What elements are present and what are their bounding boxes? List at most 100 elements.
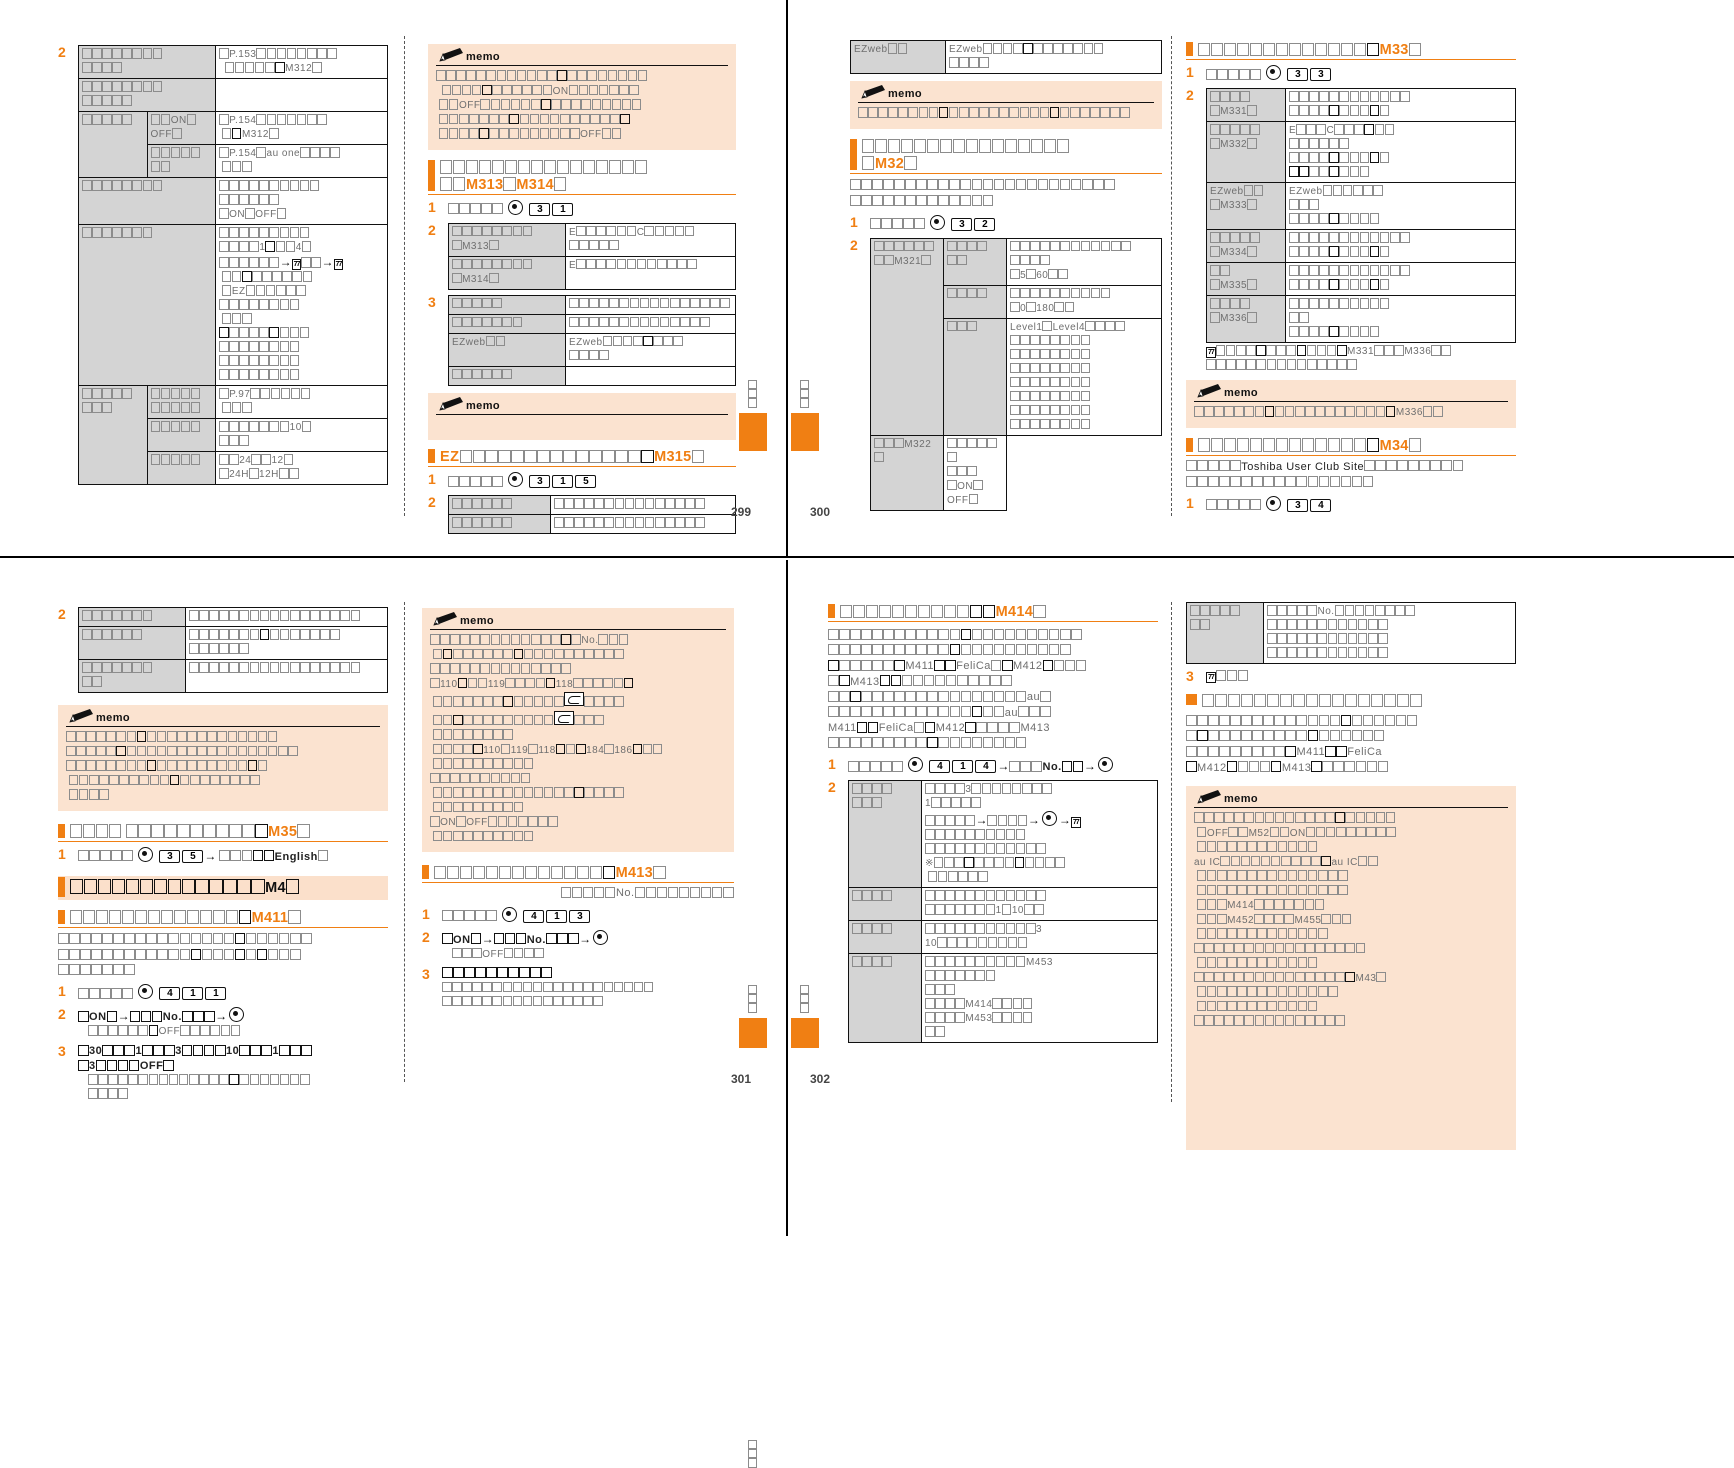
side-tab-300 (791, 380, 833, 451)
step-2-top-table: 2 (58, 607, 388, 693)
table-row: M336 (1206, 295, 1516, 343)
key-3[interactable]: 3 (569, 909, 591, 923)
key-2[interactable]: 2 (974, 217, 996, 231)
center-key-icon-2[interactable] (1097, 757, 1113, 772)
key-5[interactable]: 5 (575, 475, 597, 488)
step-2: 2 M313 EC M314 E (428, 221, 736, 290)
key-4[interactable]: 4 (159, 987, 181, 1000)
key-3[interactable]: 3 (529, 475, 551, 488)
row-label: M331 (1206, 88, 1286, 122)
step-text: 30 1 3 10 1 3 OFF (78, 1044, 388, 1074)
center-key-icon[interactable] (138, 846, 154, 862)
arrow: → (204, 848, 217, 863)
column-divider (404, 602, 405, 1082)
memo-header: memo (436, 48, 728, 66)
table-row: M313 EC (448, 222, 736, 257)
section-intro-text (850, 179, 1162, 210)
row-desc (1285, 229, 1516, 263)
table-row (78, 607, 388, 627)
row-label (848, 920, 922, 954)
key-5[interactable]: 5 (182, 849, 204, 863)
page-number-302: 302 (810, 1072, 831, 1086)
row-label: EZweb M333 (1206, 182, 1286, 230)
step-subtext (442, 981, 734, 1010)
step-text: 31 (448, 199, 736, 218)
no-label: No. (1042, 761, 1062, 773)
key-3[interactable]: 3 (1287, 68, 1309, 81)
center-key-icon[interactable] (593, 929, 609, 945)
step-2-m414: 2 3 1 → → → 77 ※ 1 10 3 10 M453 M414 M45… (828, 780, 1158, 1043)
key-1[interactable]: 1 (546, 909, 568, 923)
pencil-icon (861, 85, 885, 99)
center-key-icon[interactable] (229, 1007, 245, 1022)
key-4[interactable]: 4 (1310, 498, 1332, 512)
center-key-icon[interactable] (508, 472, 524, 487)
side-tab-marker (791, 1017, 819, 1048)
memo-box: memo No. 110 119 118 110 119 118 184 186 ON OFF (422, 608, 734, 852)
table-footnote: 77 M331 M336 (1206, 345, 1516, 373)
row-desc: ONOFF (215, 177, 388, 225)
step-1-m34: 1 34 (1186, 494, 1516, 514)
row-desc: 5 60 (1006, 237, 1162, 286)
m414-table: 3 1 → → → 77 ※ 1 10 3 10 M453 M414 M453 (848, 780, 1158, 1043)
key-4b[interactable]: 4 (975, 760, 997, 773)
center-key-icon[interactable] (508, 199, 524, 215)
key-3[interactable]: 3 (951, 217, 973, 231)
key-1[interactable]: 1 (182, 987, 204, 1000)
step-3-m413: 3 (422, 966, 734, 1010)
heading-text: M411 (70, 909, 388, 927)
table-row: M321 5 60 (870, 237, 1162, 436)
heading-code: M313 (465, 176, 504, 193)
key-1b[interactable]: 1 (205, 987, 227, 1000)
pencil-icon (69, 709, 93, 723)
key-1[interactable]: 1 (552, 475, 574, 488)
page-ref-icon: 77 (1206, 672, 1216, 683)
section-heading-m413: M413 (422, 864, 734, 883)
step-number: 2 (428, 221, 436, 238)
step-1: 1 31 (428, 199, 736, 218)
heading-code-2: M314 (516, 176, 554, 193)
row-desc: 3 1 → → → 77 ※ (921, 780, 1158, 888)
step-3-m411: 3 30 1 3 10 1 3 OFF (58, 1044, 388, 1102)
center-key-icon[interactable] (1041, 811, 1057, 826)
step-number: 1 (1186, 494, 1194, 511)
row-sublabel (943, 284, 1007, 319)
key-3[interactable]: 3 (1287, 498, 1309, 512)
side-tab-marker (739, 1017, 767, 1048)
key-3[interactable]: 3 (529, 202, 551, 216)
step-1-m315: 1 315 (428, 472, 736, 490)
key-3[interactable]: 3 (159, 849, 181, 863)
row-label (1186, 602, 1264, 664)
column-divider (1171, 36, 1172, 516)
key-4[interactable]: 4 (929, 760, 951, 773)
step-subtext: OFF (442, 947, 734, 962)
key-3b[interactable]: 3 (1310, 68, 1332, 81)
key-4[interactable]: 4 (523, 909, 545, 923)
page-number-301: 301 (731, 1072, 752, 1086)
memo-header: memo (430, 612, 726, 630)
heading-text: M35 (70, 823, 388, 841)
center-key-icon[interactable] (930, 214, 946, 230)
phone-key-icon (564, 692, 584, 706)
row-label: EZweb (850, 40, 946, 74)
section-body-square: M411 FeliCa M412 M413 (1186, 714, 1516, 776)
row-sublabel (146, 385, 216, 419)
ezweb-top-table: EZweb EZweb (850, 40, 1162, 74)
key-1[interactable]: 1 (952, 760, 974, 773)
row-desc (565, 365, 736, 386)
center-key-icon[interactable] (1266, 495, 1282, 511)
side-tab-301 (748, 1440, 781, 1468)
center-key-icon[interactable] (908, 757, 924, 772)
key-1[interactable]: 1 (552, 202, 574, 216)
table-row (78, 626, 388, 660)
center-key-icon[interactable] (502, 906, 518, 922)
row-label: M321 (870, 237, 944, 436)
step-subtext: OFF (78, 1025, 388, 1039)
row-label (848, 953, 922, 1043)
step-number: 2 (850, 236, 858, 253)
m313-m314-table: M313 EC M314 E (448, 222, 736, 290)
center-key-icon[interactable] (1266, 65, 1282, 80)
center-key-icon[interactable] (138, 984, 154, 999)
row-label (78, 385, 148, 485)
m33-table: M331 M332 EC EZweb M333 EZweb M334 M335 … (1206, 88, 1516, 343)
